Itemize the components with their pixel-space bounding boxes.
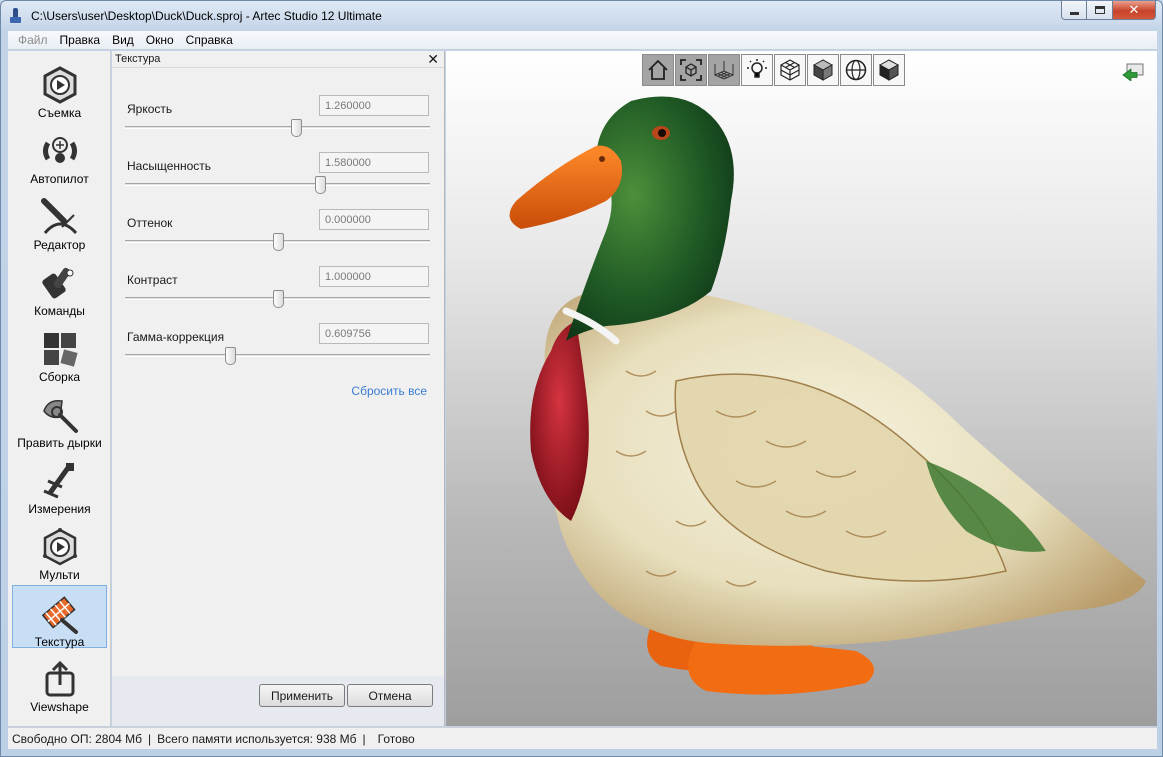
tool-label: Мульти [39,568,80,582]
saturation-slider-thumb[interactable] [315,176,327,194]
tool-label: Команды [34,304,85,318]
contrast-field[interactable] [319,266,429,287]
menu-window[interactable]: Окно [140,33,180,47]
capture-icon [40,65,80,105]
hue-field[interactable] [319,209,429,230]
menu-bar: Файл Правка Вид Окно Справка [8,31,1157,50]
tool-editor[interactable]: Редактор [12,189,107,252]
tool-label: Съемка [37,106,82,120]
fix-holes-icon [40,395,80,435]
editor-icon [40,197,80,237]
tool-commands[interactable]: Команды [12,255,107,318]
gamma-slider-thumb[interactable] [225,347,237,365]
tool-label: Сборка [38,370,81,384]
window-title: C:\Users\user\Desktop\Duck\Duck.sproj - … [31,9,382,23]
status-state: Готово [377,731,415,746]
param-gamma: Гамма-коррекция [112,323,445,380]
commands-icon [40,263,80,303]
tools-sidebar: Съемка Автопилот Редактор Команды Сборка [8,51,111,726]
param-label: Насыщенность [127,159,212,173]
panel-title: Текстура [115,53,161,65]
menu-edit[interactable]: Правка [54,33,107,47]
close-window-button[interactable]: ✕ [1113,1,1156,20]
minimize-icon [1069,11,1079,15]
param-label: Оттенок [127,216,173,230]
param-label: Яркость [127,102,173,116]
share-icon [40,659,80,699]
assembly-icon [40,329,80,369]
tool-texture[interactable]: Текстура [12,585,107,649]
tool-viewshape[interactable]: Viewshape [12,651,107,714]
menu-view[interactable]: Вид [106,33,140,47]
panel-close-icon[interactable]: ✕ [427,52,439,66]
minimize-button[interactable] [1061,1,1087,20]
close-icon: ✕ [1128,2,1140,17]
tool-measurements[interactable]: Измерения [12,453,107,516]
panel-footer: Применить Отмена [112,676,444,726]
tool-autopilot[interactable]: Автопилот [12,123,107,186]
brightness-field[interactable] [319,95,429,116]
app-window: C:\Users\user\Desktop\Duck\Duck.sproj - … [0,0,1163,757]
menu-help[interactable]: Справка [180,33,239,47]
texture-panel: Текстура ✕ Яркость Насыщенность Оттенок … [112,51,445,726]
param-brightness: Яркость [112,95,445,152]
status-free-ram: Свободно ОП: 2804 Мб [12,731,143,746]
hue-slider-thumb[interactable] [272,233,284,251]
duck-3d-model[interactable] [446,51,1157,726]
status-separator: | [148,731,152,746]
autopilot-icon [40,131,80,171]
tool-assembly[interactable]: Сборка [12,321,107,384]
maximize-icon [1094,6,1105,14]
artec-app-icon [9,8,23,24]
panel-header: Текстура ✕ [112,51,444,68]
param-label: Гамма-коррекция [127,330,225,344]
tool-label: Редактор [33,238,86,252]
param-hue: Оттенок [112,209,445,266]
measurements-icon [40,461,80,501]
tool-multi[interactable]: Мульти [12,519,107,582]
texture-icon [40,594,80,634]
menu-file[interactable]: Файл [12,33,54,47]
cancel-button[interactable]: Отмена [347,684,433,707]
maximize-button[interactable] [1087,1,1113,20]
apply-button[interactable]: Применить [259,684,345,707]
contrast-slider-thumb[interactable] [272,290,284,308]
brightness-slider-track[interactable] [125,126,430,129]
param-contrast: Контраст [112,266,445,323]
status-bar: Свободно ОП: 2804 Мб | Всего памяти испо… [8,727,1157,749]
saturation-field[interactable] [319,152,429,173]
tool-capture[interactable]: Съемка [12,57,107,120]
gamma-slider-track[interactable] [125,354,430,357]
saturation-slider-track[interactable] [125,183,430,186]
tool-label: Текстура [34,635,85,649]
param-saturation: Насыщенность [112,152,445,209]
tool-label: Править дырки [17,436,102,450]
tool-label: Viewshape [30,700,89,714]
status-separator: | [362,731,366,746]
reset-all-link[interactable]: Сбросить все [351,384,427,398]
tool-label: Автопилот [30,172,89,186]
gamma-field[interactable] [319,323,429,344]
multi-icon [40,527,80,567]
brightness-slider-thumb[interactable] [290,119,302,137]
title-bar: C:\Users\user\Desktop\Duck\Duck.sproj - … [1,1,1162,31]
3d-viewport[interactable] [446,51,1157,726]
status-memory-used: Всего памяти используется: 938 Мб [157,731,357,746]
window-controls: ✕ [1061,1,1156,20]
tool-label: Измерения [28,502,91,516]
param-label: Контраст [127,273,178,287]
tool-fix-holes[interactable]: Править дырки [12,387,107,450]
